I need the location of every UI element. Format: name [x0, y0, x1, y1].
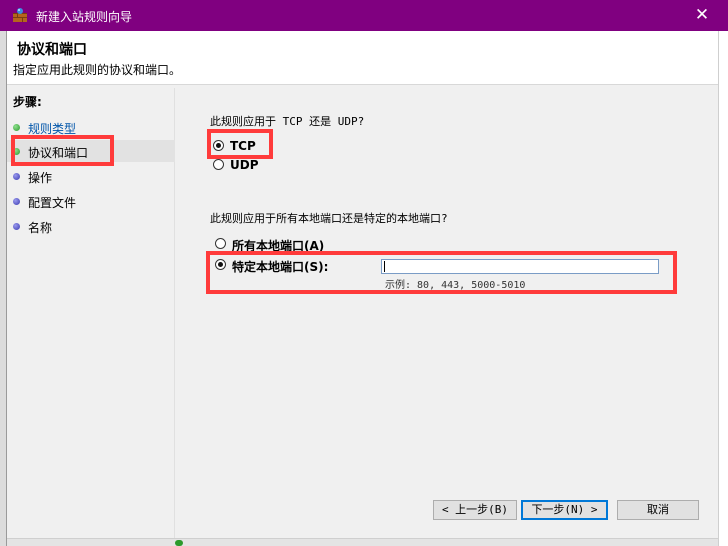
- close-icon: ✕: [694, 5, 710, 25]
- step-label: 名称: [28, 221, 53, 235]
- tcp-label: TCP: [230, 139, 256, 153]
- specific-ports-label: 特定本地端口(S):: [232, 260, 329, 274]
- window-title: 新建入站规则向导: [36, 10, 133, 24]
- radio-indicator[interactable]: [213, 159, 224, 170]
- radio-indicator[interactable]: [213, 140, 224, 151]
- firewall-icon: [13, 8, 27, 22]
- step-protocol-and-ports[interactable]: 协议和端口: [7, 140, 175, 162]
- step-status-icon: [13, 148, 20, 155]
- udp-label: UDP: [230, 158, 259, 172]
- radio-indicator[interactable]: [215, 259, 226, 270]
- next-button[interactable]: 下一步(N) >: [521, 500, 608, 520]
- status-dot-icon: [175, 540, 183, 546]
- page-subtitle: 指定应用此规则的协议和端口。: [13, 63, 182, 77]
- step-label: 操作: [28, 171, 53, 185]
- step-label: 协议和端口: [28, 146, 89, 160]
- step-status-icon: [13, 198, 20, 205]
- step-action[interactable]: 操作: [7, 165, 175, 187]
- background-window-edge: [0, 31, 7, 546]
- ports-question: 此规则应用于所有本地端口还是特定的本地端口?: [210, 212, 448, 225]
- step-label: 配置文件: [28, 196, 77, 210]
- step-status-icon: [13, 223, 20, 230]
- bottom-edge: [7, 538, 718, 546]
- steps-panel: 步骤: 规则类型 协议和端口 操作 配置文件 名称: [7, 88, 175, 538]
- specific-ports-input[interactable]: [381, 259, 659, 274]
- all-ports-label: 所有本地端口(A): [232, 239, 325, 253]
- step-profile[interactable]: 配置文件: [7, 190, 175, 212]
- protocol-question: 此规则应用于 TCP 还是 UDP?: [210, 115, 365, 128]
- radio-indicator[interactable]: [215, 238, 226, 249]
- window-right-edge: [718, 31, 728, 546]
- ports-example-hint: 示例: 80, 443, 5000-5010: [385, 280, 526, 291]
- step-status-icon: [13, 124, 20, 131]
- close-button[interactable]: ✕: [690, 4, 714, 28]
- page-title: 协议和端口: [17, 42, 87, 58]
- step-rule-type[interactable]: 规则类型: [7, 116, 175, 138]
- wizard-content: 此规则应用于 TCP 还是 UDP? TCP UDP 此规则应用于所有本地端口还…: [178, 88, 718, 538]
- steps-title: 步骤:: [13, 95, 42, 109]
- step-status-icon: [13, 173, 20, 180]
- back-button[interactable]: < 上一步(B): [433, 500, 517, 520]
- text-caret: [384, 261, 385, 272]
- step-name[interactable]: 名称: [7, 215, 175, 237]
- title-bar: 新建入站规则向导 ✕: [0, 0, 728, 31]
- step-label: 规则类型: [28, 122, 77, 136]
- cancel-button[interactable]: 取消: [617, 500, 699, 520]
- wizard-header: 协议和端口 指定应用此规则的协议和端口。: [7, 31, 718, 85]
